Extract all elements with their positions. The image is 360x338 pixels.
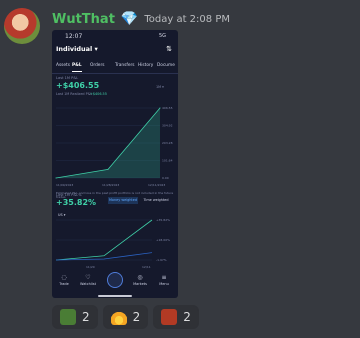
heart-icon: ♡ bbox=[85, 274, 91, 281]
reaction-fire[interactable]: 2 bbox=[102, 305, 149, 329]
tab-orders: Orders bbox=[90, 63, 105, 68]
globe-icon: ◎ bbox=[137, 274, 143, 281]
y-tick-label: 304.92 bbox=[162, 124, 173, 128]
y-tick-label: 203.28 bbox=[162, 141, 173, 145]
message-header: WutThat 💎 Today at 2:08 PM bbox=[52, 10, 230, 28]
tab-bar: Assets P&L Orders Transfers History Docu… bbox=[52, 61, 178, 74]
x-tick-label: 11/20 bbox=[86, 265, 95, 269]
nav-watchlist-label: Watchlist bbox=[79, 282, 97, 286]
time-weighted-option: Time weighted bbox=[143, 198, 169, 202]
weighting-toggle: Money weighted Time weighted bbox=[108, 197, 172, 204]
nav-watchlist: ♡ Watchlist bbox=[79, 274, 97, 286]
frog-emoji-icon bbox=[60, 309, 76, 325]
pnl-area-chart: 406.55 304.92 203.28 101.64 0.00 11/09/2023 11… bbox=[55, 106, 173, 187]
diamond-icon: 💎 bbox=[120, 11, 139, 27]
status-signal: 5G bbox=[158, 33, 166, 39]
moomoo-logo-icon bbox=[107, 272, 123, 288]
tab-pnl: P&L bbox=[72, 63, 82, 68]
chat-icon: ◌ bbox=[61, 274, 67, 281]
tab-documents: Docume bbox=[157, 63, 175, 68]
reaction-count: 2 bbox=[82, 310, 90, 324]
menu-icon: ≡ bbox=[161, 274, 167, 281]
pnl-ratio-value: +35.82% bbox=[56, 198, 97, 207]
reaction-count: 2 bbox=[132, 310, 141, 324]
fire-lady-emoji-icon bbox=[161, 309, 178, 325]
x-tick-label: 12/11/2023 bbox=[148, 183, 165, 187]
x-tick-label: 11/28/2023 bbox=[102, 183, 119, 187]
tab-assets: Assets bbox=[56, 63, 70, 68]
nav-trade-label: Trade bbox=[59, 282, 69, 286]
data-point bbox=[107, 168, 109, 170]
username[interactable]: WutThat bbox=[52, 12, 115, 27]
status-time: 12:07 bbox=[65, 33, 83, 40]
nav-trade: ◌ Trade bbox=[55, 274, 73, 286]
y-tick-label: -1.97% bbox=[156, 258, 167, 262]
tab-history: History bbox=[138, 63, 154, 68]
nav-menu-label: Menu bbox=[159, 282, 169, 286]
money-weighted-option: Money weighted bbox=[108, 197, 138, 204]
pnl-ratio-label: Last 1M P&L% bbox=[56, 193, 82, 197]
period-selector: 1M ▾ bbox=[156, 85, 164, 89]
pnl-value: +$406.55 bbox=[56, 81, 100, 90]
active-tab-underline bbox=[72, 71, 82, 72]
home-indicator bbox=[98, 295, 132, 297]
fire-emoji-icon bbox=[110, 309, 127, 325]
filter-icon: ⇅ bbox=[166, 45, 172, 53]
y-tick-label: 406.55 bbox=[162, 106, 173, 110]
reaction-count: 2 bbox=[183, 310, 191, 324]
y-tick-label: +18.00% bbox=[156, 238, 170, 242]
phone-status-bar: 12:07 5G bbox=[52, 30, 178, 42]
nav-markets-label: Markets bbox=[133, 282, 147, 286]
data-point bbox=[159, 107, 161, 109]
message-timestamp: Today at 2:08 PM bbox=[144, 13, 230, 25]
tab-transfers: Transfers bbox=[115, 63, 135, 68]
reaction-frog[interactable]: 2 bbox=[52, 305, 98, 329]
y-tick-label: 0.00 bbox=[162, 176, 169, 180]
y-tick-label: 101.64 bbox=[162, 159, 173, 163]
nav-markets: ◎ Markets bbox=[131, 274, 149, 286]
x-tick-label: 12/11 bbox=[142, 265, 151, 269]
user-avatar[interactable] bbox=[4, 8, 40, 44]
pnl-label: Last 1M P&L bbox=[56, 76, 79, 80]
data-point bbox=[55, 177, 57, 179]
reaction-fire-lady[interactable]: 2 bbox=[153, 305, 199, 329]
nav-menu: ≡ Menu bbox=[155, 274, 173, 286]
y-tick-label: +35.82% bbox=[156, 218, 170, 222]
account-selector: Individual ▾ bbox=[56, 45, 98, 53]
attached-screenshot[interactable]: 12:07 5G Individual ▾ ⇅ Assets P&L Order… bbox=[52, 30, 178, 298]
reactions-bar: 2 2 2 bbox=[52, 305, 204, 329]
x-tick-label: 11/09/2023 bbox=[56, 183, 73, 187]
pnl-ratio-line-chart: +35.82% +18.00% -1.97% 11/20 12/11 bbox=[55, 218, 170, 269]
account-row: Individual ▾ ⇅ bbox=[56, 45, 174, 57]
bottom-nav: ◌ Trade ♡ Watchlist ◎ Markets ≡ Menu bbox=[52, 271, 178, 293]
